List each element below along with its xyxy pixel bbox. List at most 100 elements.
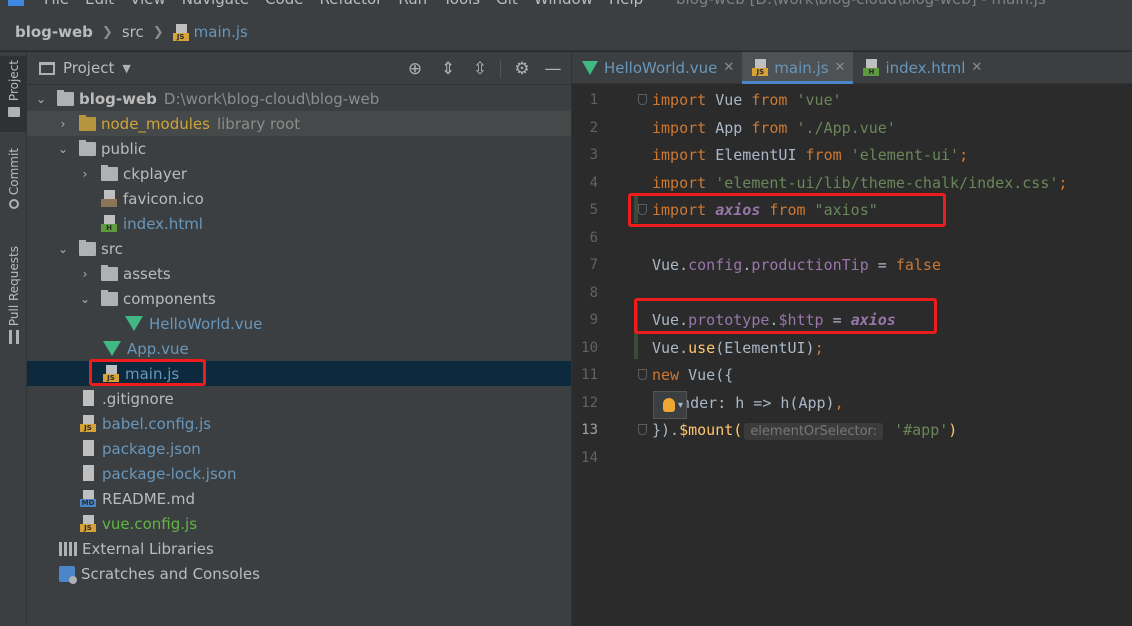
tree-item-app-vue[interactable]: App.vue xyxy=(27,336,571,361)
tree-item-helloworld-vue[interactable]: HelloWorld.vue xyxy=(27,311,571,336)
gear-icon[interactable]: ⚙ xyxy=(512,59,532,79)
js-file-icon: JS xyxy=(80,415,96,432)
chevron-right-icon[interactable]: › xyxy=(79,167,91,181)
code-line: 6 xyxy=(572,224,1132,251)
code-token: from xyxy=(751,90,788,109)
expand-all-icon[interactable]: ⇕ xyxy=(438,59,458,79)
tree-item-gitignore[interactable]: .gitignore xyxy=(27,386,571,411)
tree-item-label: public xyxy=(101,139,147,158)
tab-index-html[interactable]: H index.html ✕ xyxy=(853,52,990,83)
breadcrumb-folder[interactable]: src xyxy=(122,23,144,41)
project-tool-label: Project xyxy=(6,60,21,102)
chevron-down-icon[interactable]: ⌄ xyxy=(35,92,47,106)
menu-view[interactable]: View xyxy=(130,0,166,8)
line-number: 10 xyxy=(581,339,598,356)
chevron-down-icon[interactable]: ⌄ xyxy=(57,242,69,256)
locate-file-icon[interactable]: ⊕ xyxy=(405,59,425,79)
close-icon[interactable]: ✕ xyxy=(723,60,734,75)
chevron-down-icon[interactable]: ⌄ xyxy=(79,292,91,306)
menu-code[interactable]: Code xyxy=(265,0,303,8)
fold-marker-icon[interactable] xyxy=(638,424,647,435)
project-view-selector[interactable]: Project xyxy=(63,59,114,77)
menu-edit[interactable]: Edit xyxy=(85,0,114,8)
tree-item-public[interactable]: ⌄ public xyxy=(27,136,571,161)
tree-item-label: blog-web xyxy=(79,89,157,108)
chevron-down-icon: ▾ xyxy=(678,399,684,411)
tree-item-external-libraries[interactable]: External Libraries xyxy=(27,536,571,561)
tab-main-js[interactable]: JS main.js ✕ xyxy=(742,52,854,84)
code-line: 4 import 'element-ui/lib/theme-chalk/ind… xyxy=(572,169,1132,196)
fold-marker-icon[interactable] xyxy=(638,94,647,105)
chevron-right-icon[interactable]: › xyxy=(79,267,91,281)
markdown-file-icon: MD xyxy=(80,490,96,507)
menu-navigate[interactable]: Navigate xyxy=(182,0,249,8)
tree-item-label: .gitignore xyxy=(102,389,174,408)
tree-item-favicon[interactable]: favicon.ico xyxy=(27,186,571,211)
project-panel: Project ▼ ⊕ ⇕ ⇳ ⚙ — ⌄ blog-web D:\work\b… xyxy=(27,52,572,626)
tab-helloworld-vue[interactable]: HelloWorld.vue ✕ xyxy=(572,52,742,83)
line-number: 1 xyxy=(589,91,598,108)
code-line: 1 import Vue from 'vue' xyxy=(572,86,1132,113)
line-number: 6 xyxy=(589,229,598,246)
code-token: . xyxy=(742,255,752,274)
collapse-all-icon[interactable]: ⇳ xyxy=(470,59,490,79)
folder-icon xyxy=(101,289,118,306)
hide-panel-icon[interactable]: — xyxy=(543,59,563,79)
code-token: false xyxy=(895,255,941,274)
close-icon[interactable]: ✕ xyxy=(971,60,982,75)
chevron-right-icon[interactable]: › xyxy=(57,117,69,131)
project-view-icon xyxy=(39,61,55,75)
menu-run[interactable]: Run xyxy=(398,0,427,8)
tree-item-index-html[interactable]: H index.html xyxy=(27,211,571,236)
editor-tabs: HelloWorld.vue ✕ JS main.js ✕ H index.ht… xyxy=(572,52,1132,84)
code-token: Vue({ xyxy=(679,365,734,384)
code-token: (ElementUI) xyxy=(715,338,815,357)
annotation-box xyxy=(634,298,937,334)
tree-item-readme[interactable]: MD README.md xyxy=(27,486,571,511)
window-title: blog-web [D:\work\blog-cloud\blog-web] -… xyxy=(676,0,1046,8)
tree-item-label: favicon.ico xyxy=(123,189,204,208)
tree-item-node-modules[interactable]: › node_modules library root xyxy=(27,111,571,136)
intention-bulb[interactable]: ▾ xyxy=(653,391,687,419)
tree-item-package-lock-json[interactable]: package-lock.json xyxy=(27,461,571,486)
menu-git[interactable]: Git xyxy=(496,0,518,8)
code-token: App xyxy=(706,118,752,137)
image-file-icon xyxy=(101,190,117,207)
menu-tools[interactable]: Tools xyxy=(443,0,480,8)
commit-tool-label: Commit xyxy=(6,148,21,196)
tree-item-vue-config[interactable]: JS vue.config.js xyxy=(27,511,571,536)
code-token: : h => h(App) xyxy=(717,393,835,412)
tree-item-assets[interactable]: › assets xyxy=(27,261,571,286)
app-logo-icon xyxy=(8,0,24,6)
code-token: . xyxy=(679,338,689,357)
tree-item-scratches[interactable]: Scratches and Consoles xyxy=(27,561,571,586)
menu-help[interactable]: Help xyxy=(609,0,643,8)
tree-item-ckplayer[interactable]: › ckplayer xyxy=(27,161,571,186)
tree-item-label: assets xyxy=(123,264,171,283)
tree-item-package-json[interactable]: package.json xyxy=(27,436,571,461)
code-token: productionTip xyxy=(751,255,869,274)
tree-item-label: vue.config.js xyxy=(102,514,198,533)
tree-item-label: package.json xyxy=(102,439,201,458)
pull-requests-tool-button[interactable]: Pull Requests xyxy=(0,246,27,356)
line-number: 4 xyxy=(589,174,598,191)
menu-refactor[interactable]: Refactor xyxy=(319,0,382,8)
tree-item-components[interactable]: ⌄ components xyxy=(27,286,571,311)
code-token: ; xyxy=(1058,173,1068,192)
tree-item-label: README.md xyxy=(102,489,196,508)
menu-file[interactable]: File xyxy=(44,0,69,8)
breadcrumb-project[interactable]: blog-web xyxy=(15,23,93,41)
tree-item-src[interactable]: ⌄ src xyxy=(27,236,571,261)
commit-tool-button[interactable]: Commit xyxy=(0,148,27,228)
close-icon[interactable]: ✕ xyxy=(835,60,846,75)
fold-marker-icon[interactable] xyxy=(638,369,647,380)
code-token: Vue xyxy=(706,90,752,109)
chevron-down-icon[interactable]: ⌄ xyxy=(57,142,69,156)
breadcrumb-file[interactable]: main.js xyxy=(194,23,248,41)
tree-item-babel-config[interactable]: JS babel.config.js xyxy=(27,411,571,436)
tree-item-blog-web[interactable]: ⌄ blog-web D:\work\blog-cloud\blog-web xyxy=(27,86,571,111)
menu-window[interactable]: Window xyxy=(534,0,593,8)
menu-bar: File Edit View Navigate Code Refactor Ru… xyxy=(0,0,1132,14)
chevron-down-icon[interactable]: ▼ xyxy=(122,62,130,75)
project-tool-button[interactable]: Project xyxy=(0,56,27,132)
